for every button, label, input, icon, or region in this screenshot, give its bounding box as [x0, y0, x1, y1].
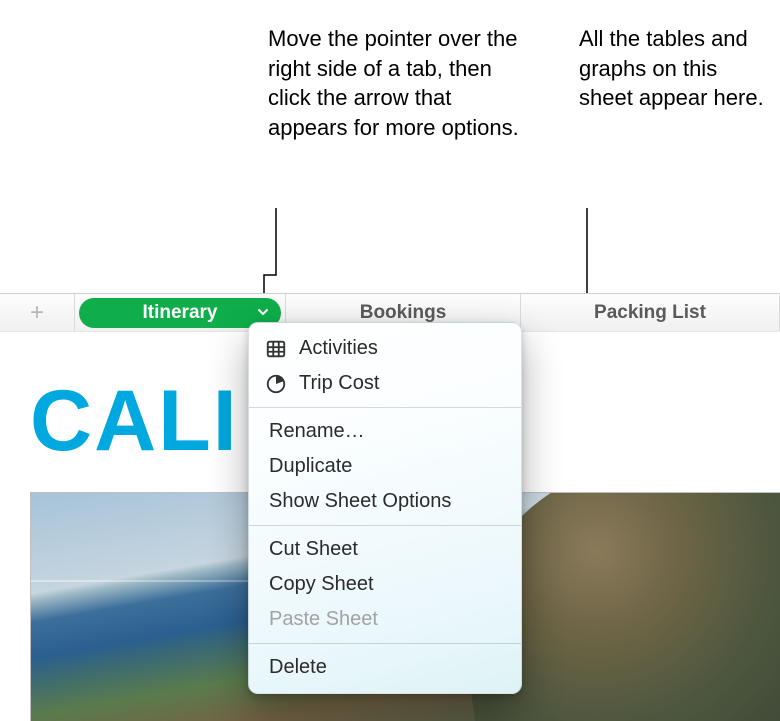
tab-packing-list[interactable]: Packing List	[521, 294, 780, 332]
plus-icon: +	[30, 301, 44, 325]
menu-label: Rename…	[269, 420, 365, 443]
sheet-context-menu: Activities Trip Cost Rename… Duplicate S…	[248, 322, 522, 694]
chevron-down-icon[interactable]	[257, 305, 269, 321]
menu-label: Activities	[299, 337, 378, 360]
menu-label: Delete	[269, 656, 327, 679]
menu-item-show-sheet-options[interactable]: Show Sheet Options	[249, 484, 521, 519]
menu-label: Paste Sheet	[269, 608, 378, 631]
menu-item-paste-sheet: Paste Sheet	[249, 602, 521, 637]
menu-item-trip-cost[interactable]: Trip Cost	[249, 366, 521, 401]
menu-label: Copy Sheet	[269, 573, 374, 596]
table-icon	[265, 338, 287, 360]
callout-left: Move the pointer over the right side of …	[268, 24, 536, 143]
menu-item-activities[interactable]: Activities	[249, 331, 521, 366]
menu-item-copy-sheet[interactable]: Copy Sheet	[249, 567, 521, 602]
tab-label: Packing List	[594, 302, 706, 324]
add-sheet-button[interactable]: +	[0, 294, 75, 332]
menu-label: Show Sheet Options	[269, 490, 451, 513]
callout-right: All the tables and graphs on this sheet …	[579, 24, 765, 113]
page-title: CALI	[30, 372, 239, 471]
menu-label: Trip Cost	[299, 372, 379, 395]
menu-item-cut-sheet[interactable]: Cut Sheet	[249, 532, 521, 567]
menu-item-duplicate[interactable]: Duplicate	[249, 449, 521, 484]
menu-item-rename[interactable]: Rename…	[249, 414, 521, 449]
pie-chart-icon	[265, 373, 287, 395]
tab-label: Itinerary	[143, 302, 218, 324]
tab-label: Bookings	[360, 302, 447, 324]
menu-label: Cut Sheet	[269, 538, 358, 561]
menu-label: Duplicate	[269, 455, 352, 478]
menu-item-delete[interactable]: Delete	[249, 650, 521, 685]
